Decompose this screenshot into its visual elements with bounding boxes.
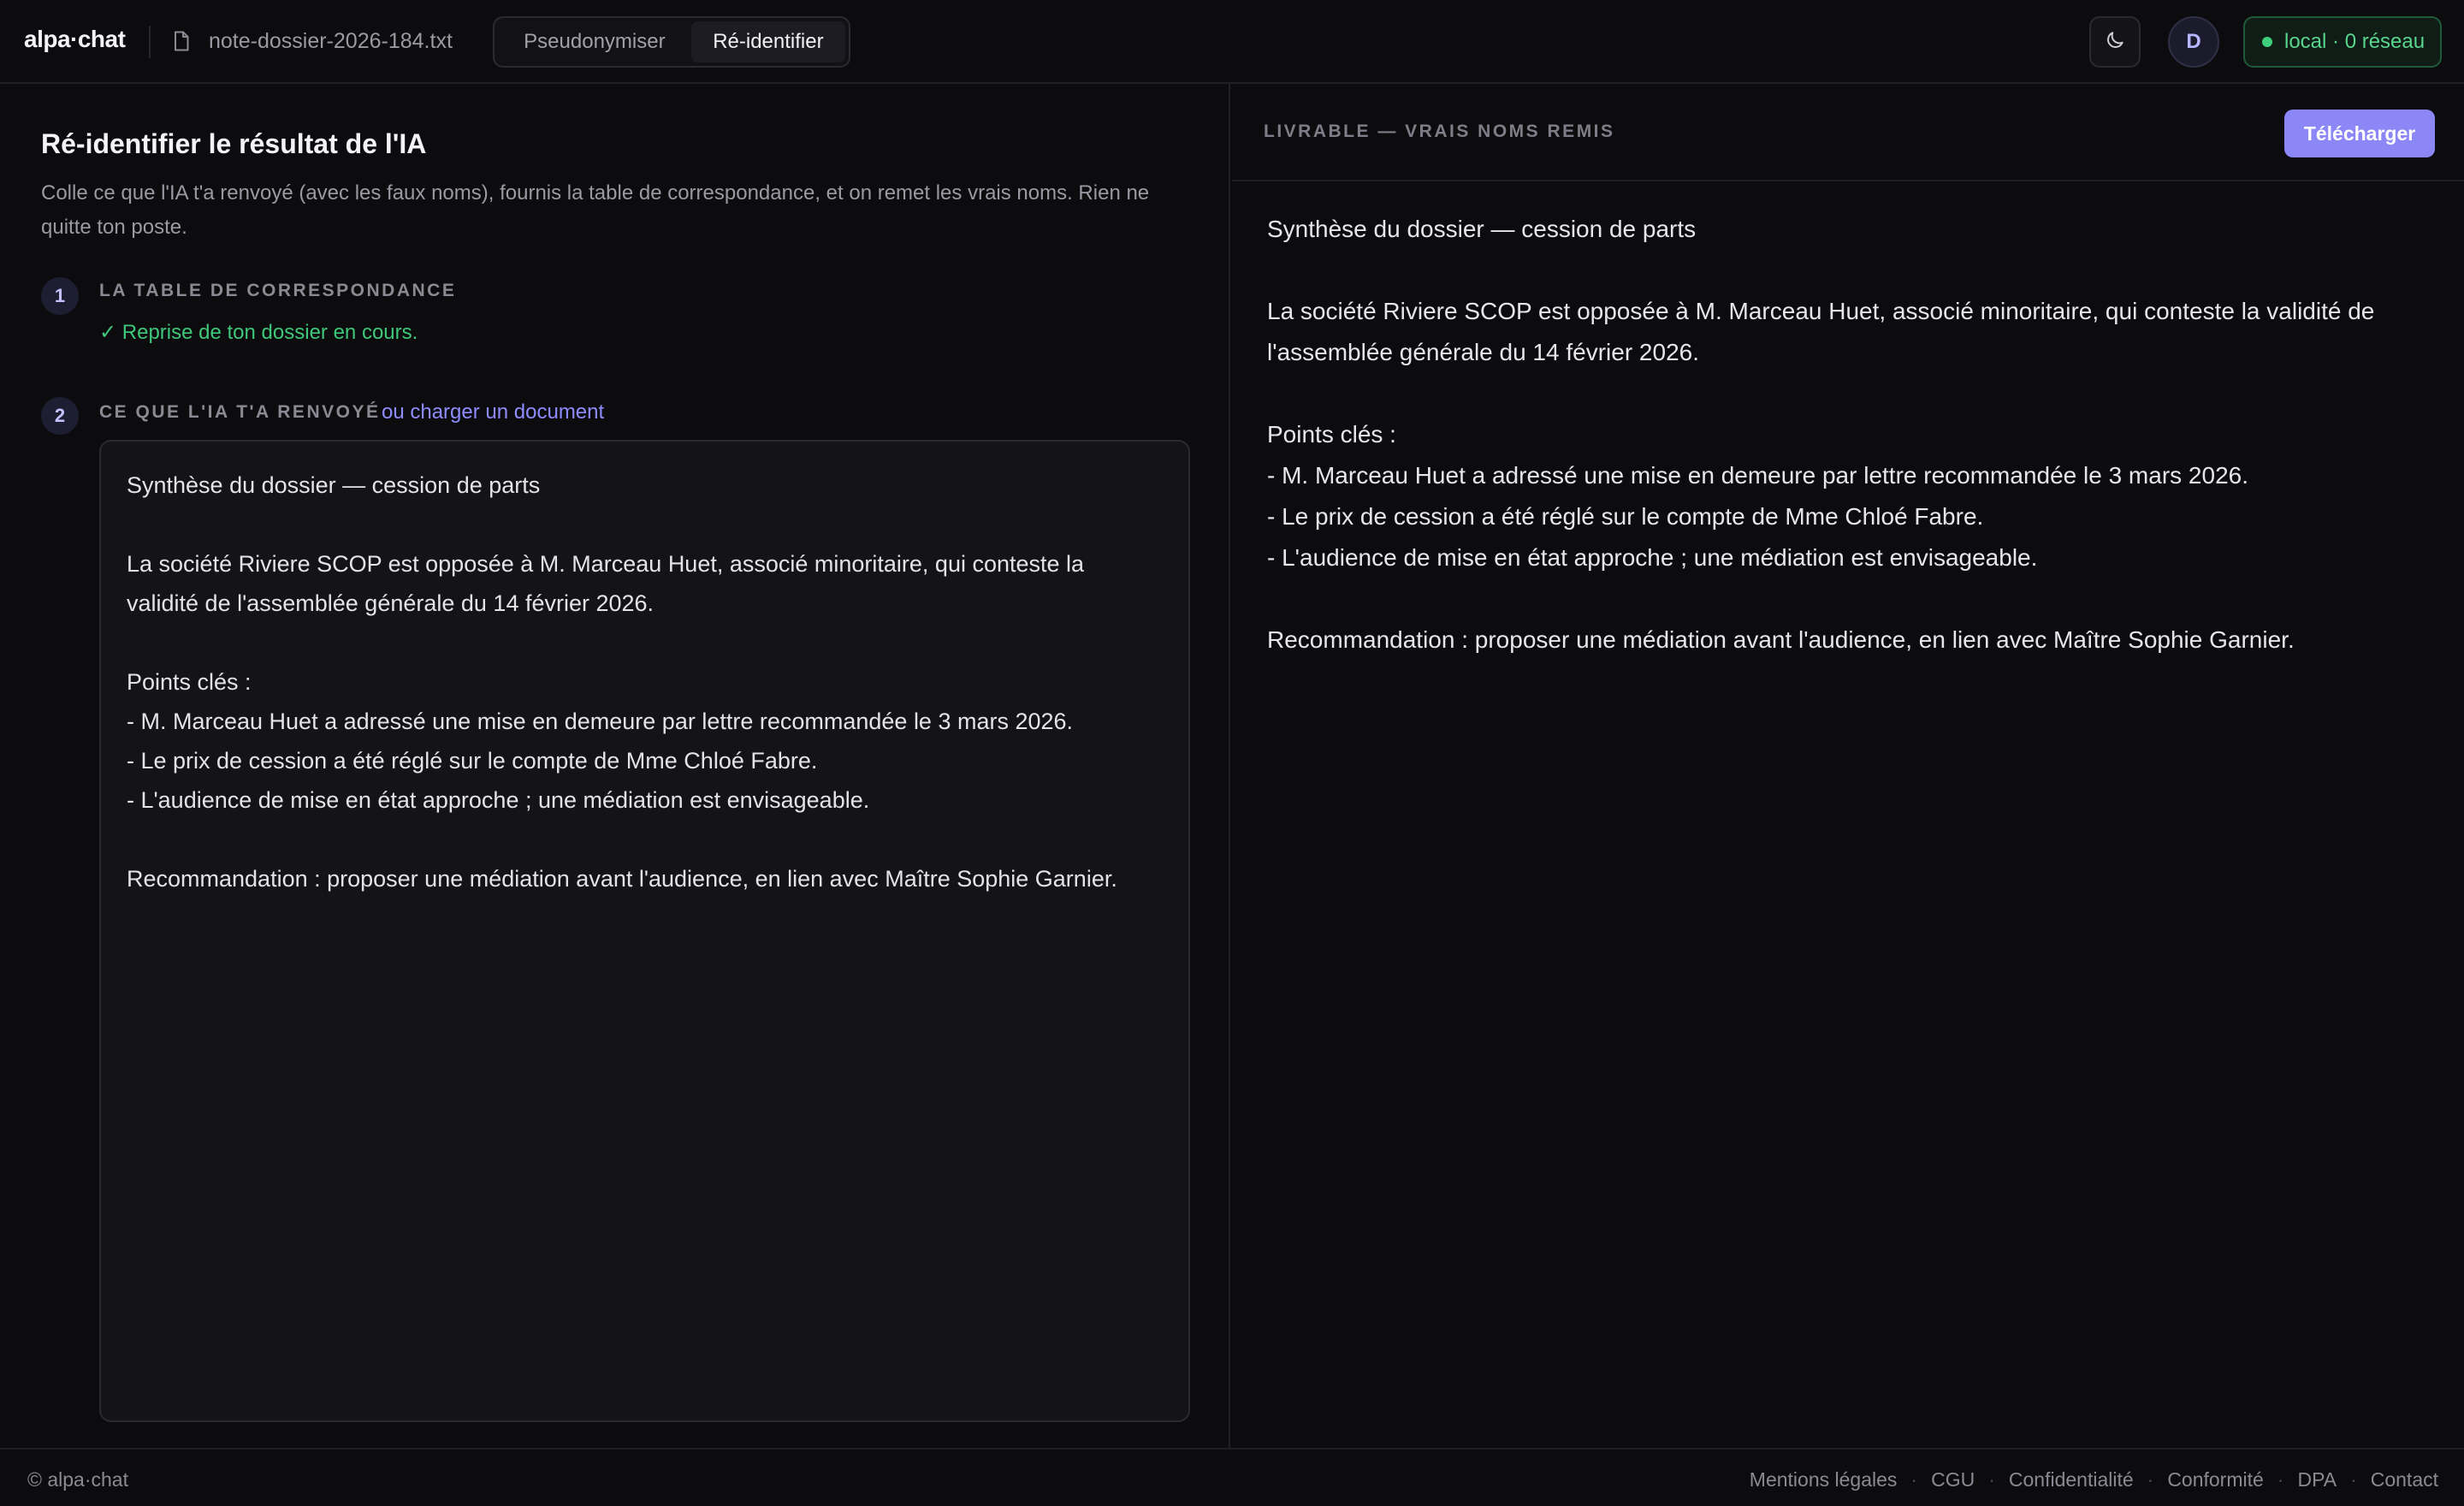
mode-reidentifier-button[interactable]: Ré-identifier [690, 21, 845, 62]
ai-output-textarea[interactable]: Synthèse du dossier — cession de parts L… [99, 440, 1190, 1422]
footer-link-cgu[interactable]: CGU [1931, 1468, 1975, 1491]
footer-separator: · [2277, 1468, 2284, 1491]
page-description: Colle ce que l'IA t'a renvoyé (avec les … [41, 181, 1150, 239]
mode-switch: Pseudonymiser Ré-identifier [493, 16, 850, 68]
page-title: Ré-identifier le résultat de l'IA [41, 128, 427, 159]
file-name: note-dossier-2026-184.txt [209, 29, 453, 53]
footer-link-mentions-legales[interactable]: Mentions légales [1750, 1468, 1898, 1491]
footer-separator: · [2350, 1468, 2357, 1491]
step-2-badge: 2 [41, 397, 79, 435]
network-status-text: local · 0 réseau [2284, 30, 2426, 53]
footer-link-confidentialite[interactable]: Confidentialité [2009, 1468, 2134, 1491]
footer: © alpa·chat Mentions légales · CGU · Con… [0, 1448, 2464, 1506]
file-icon [173, 31, 190, 51]
moon-icon [2104, 29, 2126, 56]
upload-document-link[interactable]: ou charger un document [382, 400, 604, 424]
footer-separator: · [2147, 1468, 2154, 1491]
footer-link-dpa[interactable]: DPA [2297, 1468, 2337, 1491]
download-button[interactable]: Télécharger [2284, 110, 2435, 157]
deliverable-text: Synthèse du dossier — cession de parts L… [1267, 216, 2375, 653]
deliverable-header: LIVRABLE — VRAIS NOMS REMIS Télécharger [1232, 84, 2464, 181]
app-logo[interactable]: alpa·chat [24, 26, 126, 53]
footer-links: Mentions légales · CGU · Confidentialité… [1750, 1468, 2438, 1491]
top-bar: alpa·chat note-dossier-2026-184.txt Pseu… [0, 0, 2464, 84]
footer-link-conformite[interactable]: Conformité [2167, 1468, 2263, 1491]
footer-separator: · [1988, 1468, 1995, 1491]
ai-output-text[interactable]: Synthèse du dossier — cession de parts L… [127, 465, 1163, 898]
step-2-label: CE QUE L'IA T'A RENVOYÉ [99, 402, 381, 422]
footer-separator: · [1910, 1468, 1918, 1491]
theme-toggle-button[interactable] [2089, 16, 2141, 68]
user-avatar[interactable]: D [2168, 16, 2219, 68]
copyright: © alpa·chat [27, 1468, 128, 1491]
footer-link-contact[interactable]: Contact [2371, 1468, 2438, 1491]
step-1-badge: 1 [41, 277, 79, 315]
network-status-badge: local · 0 réseau [2243, 16, 2442, 68]
deliverable-label: LIVRABLE — VRAIS NOMS REMIS [1264, 122, 1615, 141]
mapping-table-status: ✓ Reprise de ton dossier en cours. [99, 321, 418, 344]
deliverable-pane: LIVRABLE — VRAIS NOMS REMIS Télécharger … [1232, 84, 2464, 1448]
step-1-label: LA TABLE DE CORRESPONDANCE [99, 281, 457, 300]
header-divider [149, 26, 151, 58]
input-pane: Ré-identifier le résultat de l'IA Colle … [0, 84, 1230, 1448]
status-dot-icon [2262, 37, 2272, 47]
mode-pseudonymiser-button[interactable]: Pseudonymiser [498, 21, 691, 62]
